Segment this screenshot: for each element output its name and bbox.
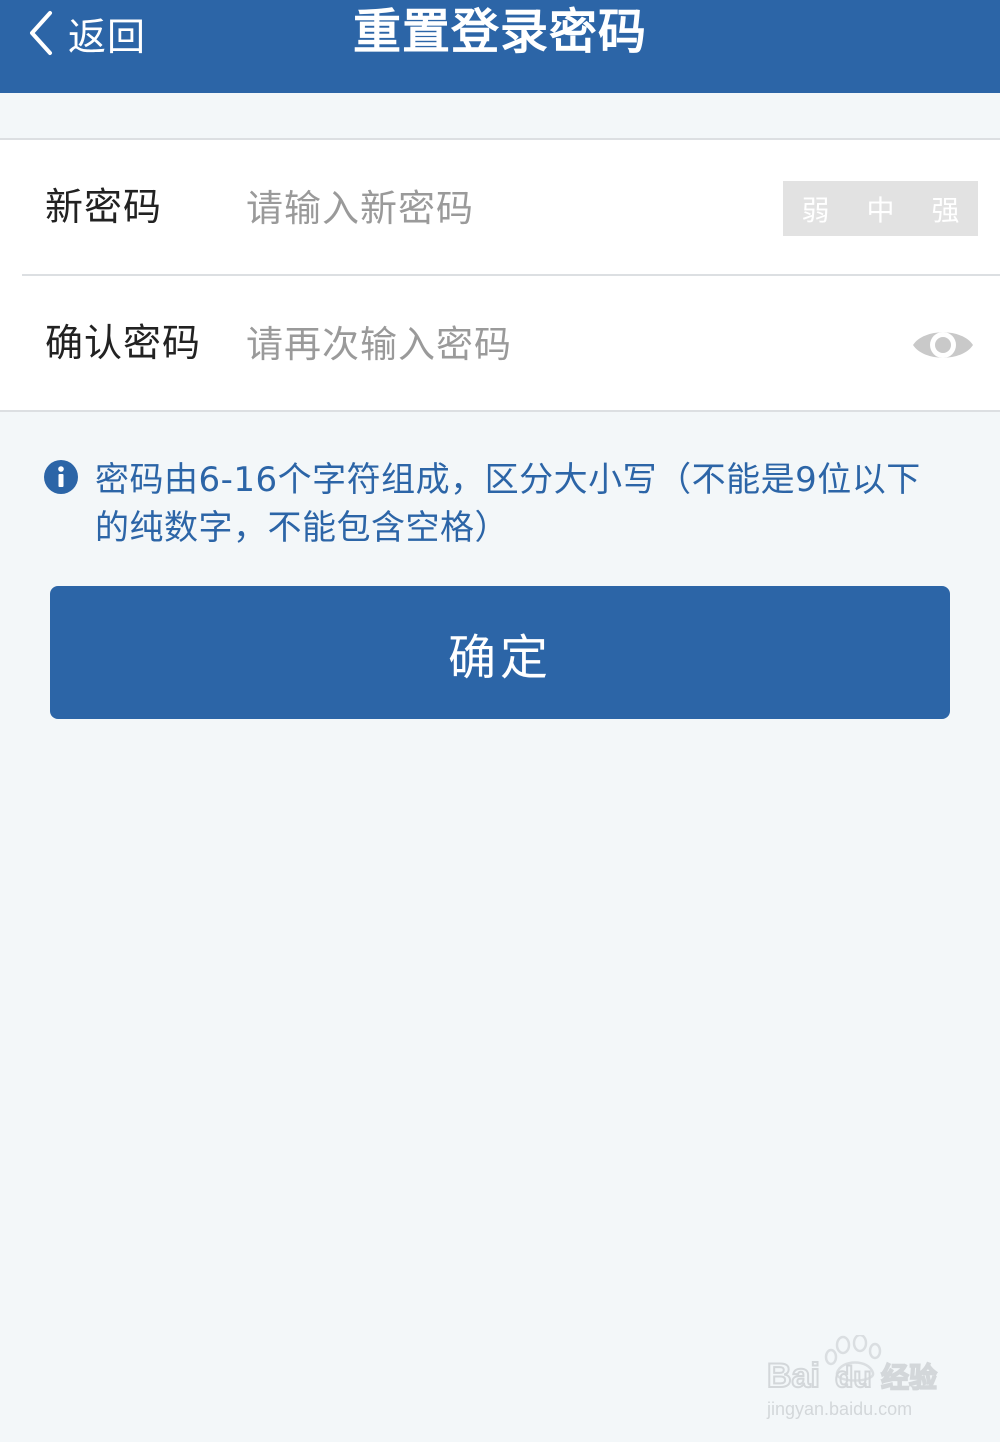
confirm-password-label: 确认密码 xyxy=(45,321,202,365)
confirm-button[interactable]: 确定 xyxy=(50,586,950,719)
new-password-row: 新密码 弱 中 强 xyxy=(0,140,1000,274)
svg-text:du: du xyxy=(835,1361,872,1394)
strength-strong: 强 xyxy=(931,193,960,227)
password-form: 新密码 弱 中 强 确认密码 xyxy=(0,138,1000,412)
password-strength-meter: 弱 中 强 xyxy=(783,181,978,236)
new-password-label: 新密码 xyxy=(45,185,163,229)
eye-icon[interactable] xyxy=(910,324,976,366)
header-bar: 返回 重置登录密码 xyxy=(0,0,1000,93)
page-title: 重置登录密码 xyxy=(352,4,647,60)
confirm-password-row: 确认密码 xyxy=(0,276,1000,410)
confirm-password-input[interactable] xyxy=(246,316,766,372)
baidu-jingyan-watermark: Bai du 经验 jingyan.baidu.com xyxy=(765,1333,955,1425)
svg-text:jingyan.baidu.com: jingyan.baidu.com xyxy=(766,1399,912,1419)
strength-medium: 中 xyxy=(866,193,895,227)
strength-weak: 弱 xyxy=(801,193,830,227)
svg-text:经验: 经验 xyxy=(881,1361,937,1394)
hint-text: 密码由6-16个字符组成，区分大小写（不能是9位以下的纯数字，不能包含空格） xyxy=(95,460,921,548)
svg-text:Bai: Bai xyxy=(767,1357,820,1395)
new-password-input[interactable] xyxy=(246,180,766,236)
info-icon xyxy=(44,460,78,494)
